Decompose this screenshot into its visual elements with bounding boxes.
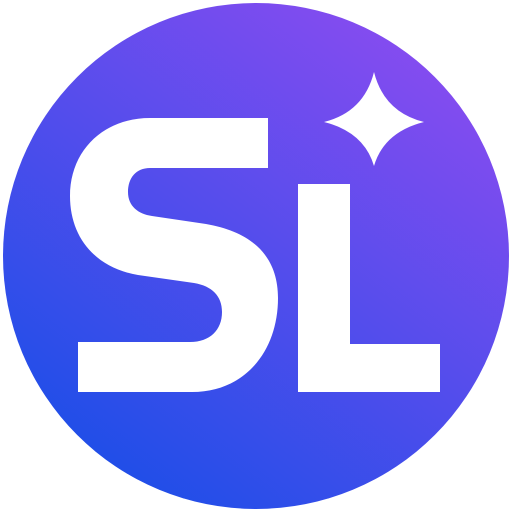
logo-letter-s xyxy=(70,118,278,392)
app-icon-canvas xyxy=(0,0,512,512)
sl-logo xyxy=(3,3,509,509)
